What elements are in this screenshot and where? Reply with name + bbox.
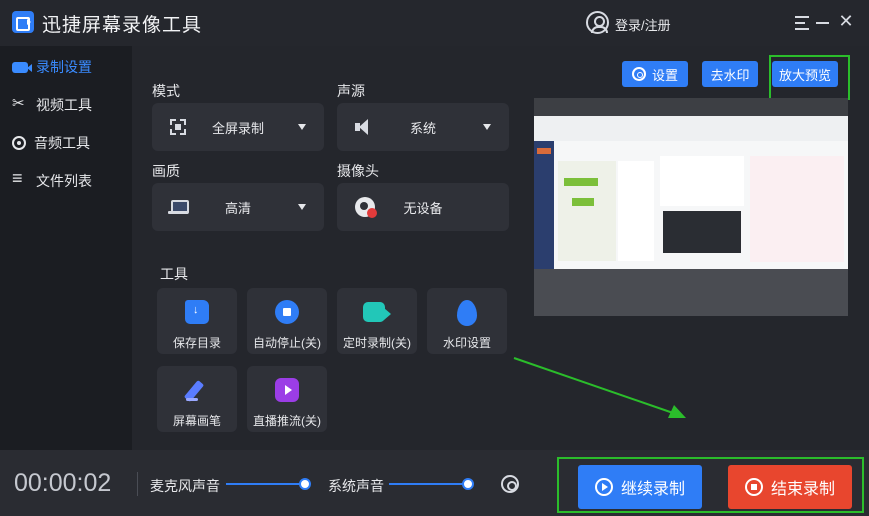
mode-label: 模式: [152, 83, 180, 99]
live-stream-button[interactable]: 直播推流(关): [247, 366, 327, 432]
sidebar: 录制设置 视频工具 音频工具 文件列表: [0, 46, 132, 450]
audio-source-dropdown[interactable]: 系统: [337, 103, 509, 151]
audio-source-label: 声源: [337, 83, 365, 99]
system-volume-label: 系统声音: [328, 478, 384, 494]
system-volume-slider[interactable]: [389, 483, 469, 485]
quality-dropdown[interactable]: 高清: [152, 183, 324, 231]
play-icon: [594, 478, 613, 496]
stop-icon: [275, 300, 299, 324]
preview-taskbar: [534, 269, 848, 316]
folder-icon: [185, 300, 209, 324]
sidebar-item-recording-settings[interactable]: 录制设置: [0, 48, 132, 86]
live-tv-icon: [275, 378, 299, 402]
gear-icon[interactable]: [501, 475, 519, 493]
preview-block: [618, 161, 654, 261]
preview-sidebar: [534, 141, 554, 269]
recording-preview[interactable]: [534, 98, 848, 316]
chevron-down-icon: [298, 124, 306, 130]
system-volume-knob[interactable]: [462, 478, 474, 490]
audio-icon: [12, 136, 26, 150]
settings-button-label: 设置: [651, 67, 678, 83]
settings-button[interactable]: 设置: [622, 61, 688, 87]
mode-dropdown[interactable]: 全屏录制: [152, 103, 324, 151]
tool-label: 定时录制(关): [343, 336, 411, 350]
audio-source-value: 系统: [409, 121, 436, 136]
scheduled-recording-button[interactable]: 定时录制(关): [337, 288, 417, 354]
sidebar-item-label: 视频工具: [36, 97, 92, 113]
camera-label: 摄像头: [337, 163, 379, 179]
user-icon[interactable]: [586, 11, 609, 34]
menu-icon[interactable]: [795, 16, 809, 30]
annotation-highlight-box: [769, 55, 850, 100]
app-logo-icon: [12, 11, 34, 33]
camera-dropdown[interactable]: 无设备: [337, 183, 509, 231]
speaker-icon: [355, 119, 371, 135]
preview-green-tag: [564, 178, 598, 186]
watermark-drop-icon: [457, 300, 477, 326]
webcam-icon: [355, 197, 377, 218]
sidebar-item-video-tools[interactable]: 视频工具: [0, 86, 132, 124]
pen-icon: [185, 378, 209, 402]
scissors-icon: [12, 94, 28, 113]
chevron-down-icon: [298, 204, 306, 210]
quality-label: 画质: [152, 163, 180, 179]
mic-volume-knob[interactable]: [299, 478, 311, 490]
mic-volume-slider[interactable]: [226, 483, 306, 485]
mic-volume-label: 麦克风声音: [150, 478, 220, 494]
sidebar-item-label: 录制设置: [36, 59, 92, 75]
divider: [137, 472, 138, 496]
continue-recording-button[interactable]: 继续录制: [578, 465, 702, 509]
preview-browser-bar: [534, 116, 848, 141]
screen-pen-button[interactable]: 屏幕画笔: [157, 366, 237, 432]
stop-recording-button[interactable]: 结束录制: [728, 465, 852, 509]
app-title: 迅捷屏幕录像工具: [42, 15, 203, 36]
camera-value: 无设备: [403, 201, 443, 216]
remove-watermark-label: 去水印: [710, 67, 750, 83]
sidebar-item-audio-tools[interactable]: 音频工具: [0, 124, 132, 162]
list-icon: [12, 168, 28, 189]
login-link[interactable]: 登录/注册: [615, 15, 671, 34]
minimize-icon[interactable]: [816, 22, 829, 24]
auto-stop-button[interactable]: 自动停止(关): [247, 288, 327, 354]
stop-icon: [744, 478, 763, 496]
tools-label: 工具: [160, 266, 188, 282]
preview-block: [660, 156, 744, 206]
stop-recording-label: 结束录制: [770, 481, 835, 498]
preview-block: [558, 161, 616, 261]
watermark-settings-button[interactable]: 水印设置: [427, 288, 507, 354]
laptop-icon: [168, 199, 189, 215]
mode-value: 全屏录制: [211, 121, 264, 136]
close-icon[interactable]: ✕: [838, 12, 854, 30]
quality-value: 高清: [224, 201, 251, 216]
fullscreen-icon: [170, 119, 186, 135]
preview-green-tag: [572, 198, 594, 206]
preview-video: [663, 211, 741, 253]
tool-label: 直播推流(关): [253, 414, 321, 428]
preview-block: [750, 156, 844, 262]
sidebar-item-file-list[interactable]: 文件列表: [0, 162, 132, 200]
chevron-down-icon: [483, 124, 491, 130]
tool-label: 屏幕画笔: [172, 414, 221, 428]
preview-menu-item: [537, 148, 551, 154]
save-directory-button[interactable]: 保存目录: [157, 288, 237, 354]
timer-camera-icon: [363, 302, 391, 322]
title-bar: 迅捷屏幕录像工具 登录/注册 ✕: [0, 0, 869, 46]
tool-label: 水印设置: [442, 336, 491, 350]
video-camera-icon: [12, 61, 32, 73]
tool-label: 保存目录: [172, 336, 221, 350]
remove-watermark-button[interactable]: 去水印: [702, 61, 758, 87]
continue-recording-label: 继续录制: [620, 481, 685, 498]
sidebar-item-label: 文件列表: [36, 173, 92, 189]
sidebar-item-label: 音频工具: [34, 135, 90, 151]
tool-label: 自动停止(关): [253, 336, 321, 350]
recording-timer: 00:00:02: [14, 469, 112, 497]
gear-icon: [631, 67, 646, 81]
